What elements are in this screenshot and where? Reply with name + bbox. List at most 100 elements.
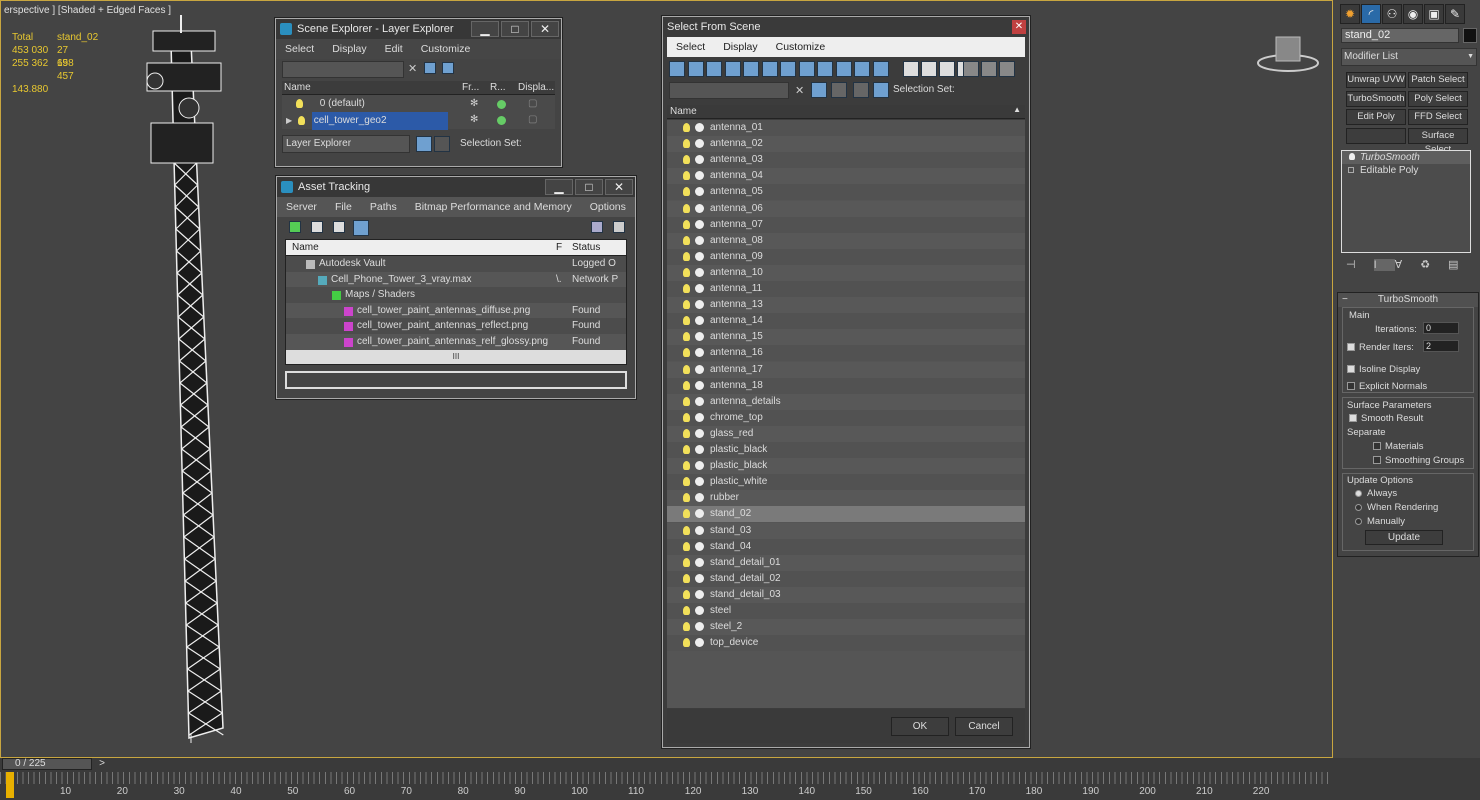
object-row[interactable]: steel [667,603,1025,619]
modifier-set-button[interactable]: FFD Select [1408,109,1468,125]
close-button[interactable]: ✕ [531,21,559,37]
render-iters-checkbox[interactable] [1347,343,1355,352]
layer-row[interactable]: ▶ cell_tower_geo2 ✻ ▢ [282,112,555,130]
modifier-set-button[interactable]: TurboSmooth [1346,90,1406,107]
menu-bitmap-performance[interactable]: Bitmap Performance and Memory [406,201,581,213]
viewcube-icon[interactable] [1256,31,1320,75]
remove-modifier-icon[interactable]: ♻ [1420,259,1448,271]
light-bulb-icon[interactable] [683,171,690,181]
expand-arrow-icon[interactable]: ▶ [286,116,292,125]
detail-view-icon[interactable] [333,221,345,233]
always-radio[interactable] [1355,489,1362,497]
hierarchy-toggle-icon[interactable] [873,82,889,98]
pin-stack-icon[interactable]: ⊣ [1346,259,1374,271]
object-row[interactable]: stand_03 [667,522,1025,539]
light-bulb-icon[interactable] [683,573,690,583]
object-row[interactable]: stand_detail_02 [667,570,1025,587]
modifier-set-button[interactable]: Edit Poly [1346,109,1406,125]
object-row[interactable]: antenna_17 [667,361,1025,378]
close-button[interactable]: ✕ [605,179,633,195]
modify-tab-icon[interactable]: ◜ [1361,4,1381,24]
display-invert-icon[interactable] [939,61,955,77]
find-icon[interactable] [999,61,1015,77]
col-name[interactable]: Name [292,242,319,253]
object-row[interactable]: stand_02 [667,506,1025,523]
menu-edit[interactable]: Edit [376,43,412,55]
show-end-result-icon[interactable]: I [1373,259,1395,271]
col-name[interactable]: Name [284,82,311,93]
light-bulb-icon[interactable] [683,123,690,132]
menu-options[interactable]: Options [581,201,635,213]
layer-row[interactable]: 0 (default) ✻ ▢ [282,96,555,112]
filter-xrefs-icon[interactable] [798,61,815,77]
object-row[interactable]: stand_04 [667,538,1025,555]
object-row[interactable]: steel_2 [667,619,1025,636]
timeline-ruler[interactable] [0,772,1330,784]
object-row[interactable]: antenna_14 [667,313,1025,330]
maximize-button[interactable]: □ [575,179,603,195]
object-row[interactable]: antenna_16 [667,345,1025,362]
hierarchy-tab-icon[interactable]: ⚇ [1382,4,1402,24]
filter-frozen-icon[interactable] [854,61,870,77]
manually-radio[interactable] [1355,517,1362,525]
light-bulb-icon[interactable] [683,412,690,422]
close-button[interactable]: ✕ [1012,20,1026,34]
display-tab-icon[interactable]: ▣ [1424,4,1444,24]
stack-item-turbosmooth[interactable]: TurboSmooth [1342,151,1470,164]
filter-options-icon[interactable] [981,61,997,77]
clear-search-icon[interactable]: ✕ [795,84,804,97]
filter-groups-icon[interactable] [780,61,796,77]
light-bulb-icon[interactable] [683,380,690,390]
modifier-list-dropdown[interactable]: Modifier List ▼ [1341,48,1477,66]
light-bulb-icon[interactable] [683,187,690,197]
object-row[interactable]: top_device [667,635,1025,652]
clear-search-icon[interactable]: ✕ [408,62,417,75]
maximize-button[interactable]: □ [501,21,529,37]
light-bulb-icon[interactable] [683,541,690,551]
vault-help-icon[interactable] [591,221,603,233]
light-bulb-icon[interactable] [683,235,690,245]
ok-button[interactable]: OK [891,717,949,736]
explicit-normals-option[interactable]: Explicit Normals [1347,381,1427,392]
manually-option[interactable]: Manually [1355,516,1405,527]
object-row[interactable]: antenna_details [667,393,1025,410]
menu-paths[interactable]: Paths [361,201,406,213]
layer-search-input[interactable] [282,61,404,78]
light-bulb-icon[interactable] [683,445,690,454]
light-bulb-icon[interactable] [683,155,690,165]
light-bulb-icon[interactable] [683,589,690,599]
smoothing-groups-checkbox[interactable] [1373,456,1381,465]
layer-filter-icon[interactable] [424,62,436,74]
light-bulb-icon[interactable] [683,477,690,487]
filter-cameras-icon[interactable] [724,61,741,77]
asset-tracking-window[interactable]: Asset Tracking ▁ □ ✕ Server File Paths B… [276,176,636,399]
light-bulb-icon[interactable] [683,219,690,229]
object-row[interactable]: chrome_top [667,409,1025,426]
object-row[interactable]: antenna_10 [667,264,1025,281]
light-bulb-icon[interactable] [296,98,303,108]
render-teapot-icon[interactable] [497,100,506,109]
object-row[interactable]: antenna_04 [667,168,1025,185]
time-slider[interactable]: 0 / 225 > [2,758,105,770]
asset-row[interactable]: cell_tower_paint_antennas_diffuse.png Fou… [286,302,626,319]
filter-geometry-icon[interactable] [669,61,685,77]
object-row[interactable]: stand_detail_03 [667,586,1025,603]
filter-selection-icon[interactable] [811,82,827,98]
display-box-icon[interactable]: ▢ [528,112,537,128]
layer-explorer-titlebar[interactable]: Scene Explorer - Layer Explorer ▁ □ ✕ [276,19,561,39]
stack-item-editable-poly[interactable]: Editable Poly [1342,164,1470,177]
asset-row[interactable]: cell_tower_paint_antennas_relf_glossy.pn… [286,333,626,350]
light-bulb-icon[interactable] [683,348,690,358]
light-bulb-icon[interactable] [683,396,690,406]
filter-hidden-icon[interactable] [872,61,889,77]
menu-customize[interactable]: Customize [767,41,835,53]
object-row[interactable]: plastic_black [667,442,1025,458]
filter-lights-icon[interactable] [706,61,722,77]
asset-row[interactable]: Autodesk Vault Logged O [286,256,626,272]
utilities-tab-icon[interactable]: ✎ [1445,4,1465,24]
object-row[interactable]: plastic_black [667,458,1025,475]
menu-select[interactable]: Select [276,43,323,55]
render-iters-spinner[interactable]: 2 [1423,340,1459,352]
layer-toggle-icon[interactable] [853,82,869,98]
object-row[interactable]: glass_red [667,425,1025,442]
